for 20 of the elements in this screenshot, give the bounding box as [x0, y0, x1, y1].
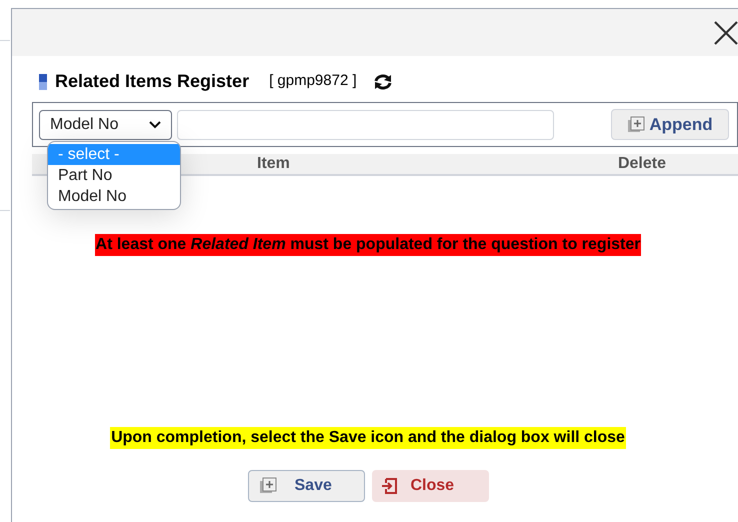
append-button[interactable]: Append — [611, 109, 729, 140]
close-button[interactable]: Close — [372, 470, 488, 502]
add-copy-icon — [258, 477, 276, 495]
type-select[interactable]: Model No — [39, 110, 172, 140]
column-header: Delete — [618, 154, 666, 174]
dialog-title: Related Items Register — [55, 70, 250, 93]
exit-icon — [380, 478, 396, 494]
column-header: Item — [257, 154, 290, 174]
instruction-note: Upon completion, select the Save icon and the dialog box will close — [110, 427, 626, 449]
dropdown-option[interactable]: Model No — [48, 186, 180, 207]
warning-note: At least one Related Item must be populated for the question to register — [94, 234, 642, 256]
save-button[interactable]: Save — [248, 470, 364, 502]
add-copy-icon — [627, 116, 646, 134]
chevron-down-icon — [149, 120, 161, 128]
dropdown-option[interactable]: Part No — [48, 165, 180, 186]
item-input-field[interactable] — [177, 110, 554, 140]
title-marker-icon — [39, 74, 47, 90]
record-code: [ gpmp9872 ] — [269, 71, 357, 92]
refresh-icon[interactable] — [372, 72, 393, 90]
close-icon[interactable] — [713, 20, 738, 46]
